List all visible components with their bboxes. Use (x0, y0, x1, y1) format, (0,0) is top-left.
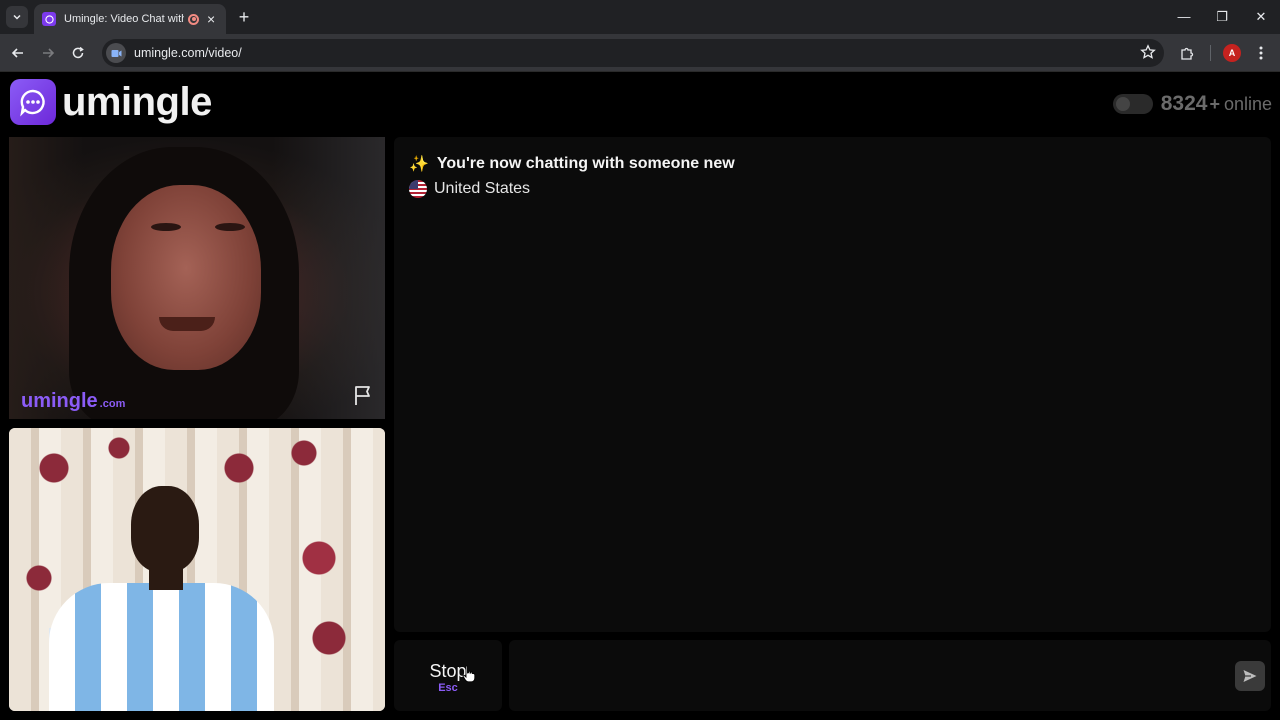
send-button[interactable] (1235, 661, 1265, 691)
report-button[interactable] (351, 383, 375, 407)
bookmark-star-icon[interactable] (1140, 44, 1156, 65)
umingle-page: umingle 8324 + online umingle .com ✨ You… (0, 72, 1280, 720)
tab-close-icon[interactable]: × (207, 12, 215, 26)
message-composer (509, 640, 1271, 711)
chat-bubble-logo-icon (10, 79, 56, 125)
stop-shortcut: Esc (438, 682, 458, 694)
stop-button[interactable]: Stop Esc (394, 640, 502, 711)
stranger-face (111, 185, 261, 370)
recording-indicator-icon (188, 13, 199, 25)
sparkle-icon: ✨ (409, 156, 429, 173)
new-tab-button[interactable]: + (234, 7, 254, 27)
system-message: ✨ You're now chatting with someone new U… (409, 154, 735, 198)
self-shirt (49, 583, 274, 711)
arrow-right-icon (43, 48, 55, 58)
umingle-favicon-icon (42, 12, 56, 26)
window-close-button[interactable]: ✕ (1249, 6, 1273, 28)
stranger-video: umingle .com (9, 137, 385, 419)
forward-button[interactable] (37, 42, 59, 64)
toolbar-divider (1210, 45, 1211, 61)
theme-toggle[interactable] (1112, 94, 1153, 114)
browser-tabstrip: Umingle: Video Chat with S × + — ❐ ✕ (0, 0, 1280, 34)
restore-button[interactable]: ❐ (1210, 6, 1234, 28)
hand-cursor-icon (462, 665, 476, 683)
tab-title: Umingle: Video Chat with S (64, 13, 184, 25)
chat-panel: ✨ You're now chatting with someone new U… (394, 137, 1271, 632)
video-watermark: umingle .com (21, 390, 126, 412)
flag-icon (355, 386, 370, 405)
profile-avatar[interactable]: A (1223, 44, 1241, 62)
tab-search-button[interactable] (6, 6, 28, 28)
site-info-icon[interactable] (106, 43, 126, 63)
back-button[interactable] (7, 42, 29, 64)
umingle-logo[interactable]: umingle (10, 79, 212, 125)
reload-icon (72, 46, 84, 59)
puzzle-icon (1180, 47, 1193, 60)
minimize-button[interactable]: — (1172, 6, 1196, 28)
logo-text: umingle (62, 79, 212, 124)
extensions-button[interactable] (1176, 42, 1198, 64)
reload-button[interactable] (67, 42, 89, 64)
message-input[interactable] (519, 650, 1219, 700)
stop-label: Stop (429, 661, 467, 681)
us-flag-icon (409, 180, 427, 198)
stranger-country: United States (434, 180, 531, 197)
chevron-down-icon (13, 14, 21, 20)
browser-toolbar: umingle.com/video/ (0, 34, 1280, 72)
url-text: umingle.com/video/ (134, 46, 242, 60)
online-count: 8324 (1160, 92, 1208, 115)
send-icon (1243, 670, 1257, 682)
online-plus: + (1209, 93, 1220, 114)
kebab-menu-icon (1259, 46, 1263, 60)
self-video (9, 428, 385, 711)
self-head (131, 486, 199, 572)
online-label: online (1223, 93, 1272, 114)
browser-tab-active[interactable]: Umingle: Video Chat with S × (34, 4, 226, 34)
browser-menu-button[interactable] (1250, 42, 1272, 64)
online-indicator: 8324 + online (1112, 92, 1272, 116)
status-message: You're now chatting with someone new (436, 155, 735, 172)
address-bar[interactable]: umingle.com/video/ (102, 39, 1164, 67)
arrow-left-icon (11, 48, 23, 58)
